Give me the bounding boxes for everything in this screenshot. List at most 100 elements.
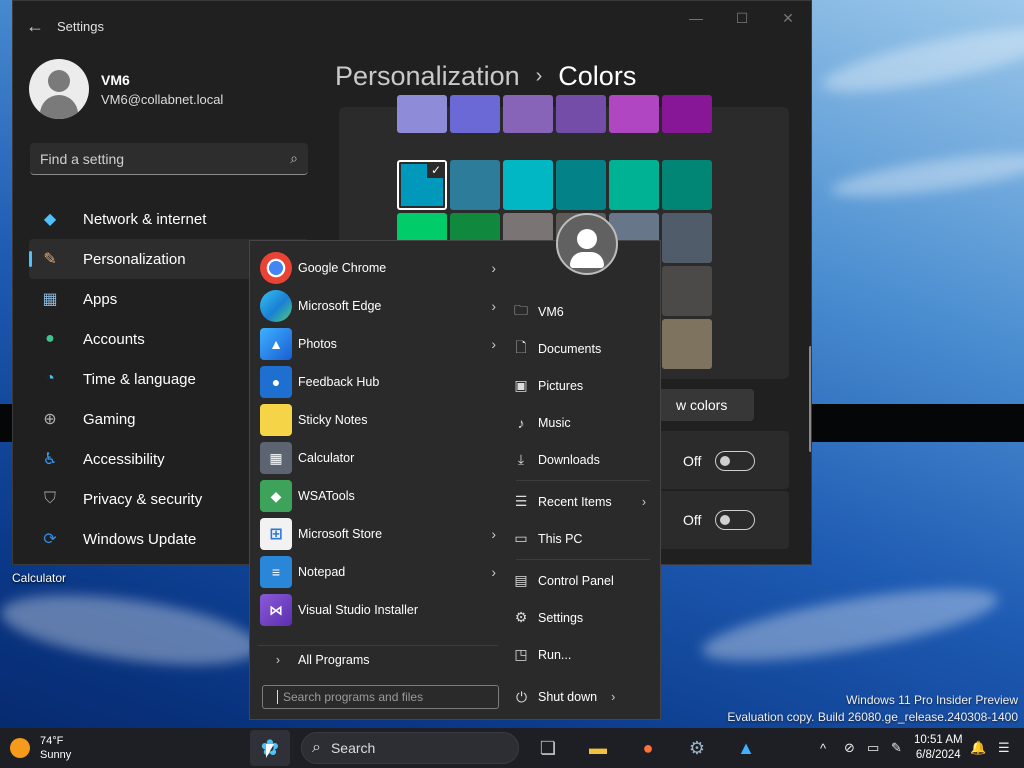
place-item[interactable]: ☰ Recent Items › [512, 483, 658, 520]
accent-color-swatch[interactable] [609, 160, 659, 210]
back-arrow-icon[interactable]: ← [13, 16, 57, 37]
user-avatar[interactable] [556, 213, 618, 275]
accent-color-swatch[interactable]: ✓ [397, 160, 447, 210]
toggle-switch[interactable] [715, 510, 756, 530]
accent-color-swatch[interactable] [662, 213, 712, 263]
accent-color-swatch[interactable] [503, 95, 553, 133]
firefox-icon[interactable]: ● [628, 730, 668, 766]
place-label: Control Panel [538, 573, 614, 588]
file-explorer-icon[interactable]: ▬ [578, 730, 618, 766]
wsatools-icon: ◆ [260, 480, 292, 512]
accent-color-swatch[interactable] [662, 160, 712, 210]
show-hidden-icons[interactable]: ^ [820, 728, 826, 768]
accent-color-swatch[interactable] [662, 266, 712, 316]
close-button[interactable]: ✕ [765, 1, 811, 35]
vs-installer-icon: ⋈ [260, 594, 292, 626]
program-item[interactable]: ● Feedback Hub [250, 363, 506, 401]
clock[interactable]: 10:51 AM 6/8/2024 [914, 733, 963, 763]
pen-icon[interactable]: ✎ [891, 728, 902, 768]
breadcrumb-parent[interactable]: Personalization [335, 61, 520, 92]
nav-item-label: Privacy & security [83, 490, 203, 508]
place-item[interactable]: ▭ This PC [512, 520, 658, 557]
clock-time: 10:51 AM [914, 734, 963, 746]
place-item[interactable]: ⚙ Settings [512, 599, 658, 636]
program-label: Photos [298, 337, 337, 351]
network-icon[interactable]: ⊘ [844, 728, 855, 768]
feedback-hub-icon: ● [260, 366, 292, 398]
accent-color-swatch[interactable] [450, 95, 500, 133]
accent-color-swatch[interactable] [556, 95, 606, 133]
user-folder-icon: 🗀 [514, 301, 528, 318]
program-item[interactable]: ≡ Notepad › [250, 553, 506, 591]
program-label: Google Chrome [298, 261, 387, 275]
toggle-switch[interactable] [715, 451, 756, 471]
recent-icon: ☰ [514, 493, 528, 509]
accent-color-swatch[interactable] [556, 160, 606, 210]
document-icon: 🗋 [515, 338, 527, 355]
watermark-line-2: Evaluation copy. Build 26080.ge_release.… [727, 710, 1018, 724]
program-item[interactable]: ▦ Calculator [250, 439, 506, 477]
computer-icon: ▭ [514, 530, 528, 546]
accent-color-swatch[interactable] [609, 95, 659, 133]
nav-item-label: Personalization [83, 250, 186, 268]
accent-color-swatch[interactable] [450, 160, 500, 210]
program-label: Microsoft Store [298, 527, 383, 541]
shutdown-button[interactable]: ⏻ Shut down › [516, 685, 615, 709]
place-item[interactable]: 🗀 VM6 [512, 293, 658, 330]
chevron-right-icon[interactable]: › [611, 690, 615, 704]
place-label: Settings [538, 610, 584, 625]
all-programs-label: All Programs [298, 652, 370, 667]
program-label: Calculator [298, 451, 355, 465]
program-item[interactable]: Microsoft Edge › [250, 287, 506, 325]
place-item[interactable]: ◳ Run... [512, 636, 658, 673]
accent-color-swatch[interactable] [662, 319, 712, 369]
gear-icon: ⚙ [514, 609, 528, 625]
desktop-icon-calculator-label[interactable]: Calculator [12, 571, 66, 585]
place-item[interactable]: ⤓ Downloads [512, 441, 658, 478]
sticky-notes-icon [260, 404, 292, 436]
minimize-button[interactable]: — [673, 1, 719, 35]
program-item[interactable]: Sticky Notes [250, 401, 506, 439]
chevron-right-icon: › [491, 564, 496, 580]
notifications-icon[interactable]: 🔔 [970, 728, 986, 768]
program-item[interactable]: Google Chrome › [250, 249, 506, 287]
place-item[interactable]: ▣ Pictures [512, 367, 658, 404]
scrollbar[interactable] [809, 346, 811, 452]
program-item[interactable]: ▲ Photos › [250, 325, 506, 363]
display-icon[interactable]: ▭ [867, 728, 879, 768]
maximize-button[interactable]: ☐ [719, 1, 765, 35]
place-item[interactable]: 🗋 Documents [512, 330, 658, 367]
shutdown-label: Shut down [538, 690, 598, 704]
task-view-icon[interactable]: ❏ [528, 730, 568, 766]
accent-color-swatch[interactable] [662, 95, 712, 133]
all-programs-button[interactable]: › All Programs [258, 645, 498, 673]
toggle-state-label: Off [683, 512, 702, 528]
place-item[interactable]: ♪ Music [512, 404, 658, 441]
accent-color-swatch[interactable] [503, 160, 553, 210]
weather-desc: Sunny [40, 749, 72, 761]
view-colors-button[interactable]: w colors [658, 389, 754, 421]
gamepad-icon: ⊕ [43, 411, 57, 428]
nav-item-network[interactable]: ◆ Network & internet [29, 199, 309, 239]
weather-widget[interactable]: 74°F Sunny [10, 734, 71, 762]
accent-color-swatch[interactable] [397, 95, 447, 133]
nav-item-label: Apps [83, 290, 118, 308]
program-item[interactable]: ⊞ Microsoft Store › [250, 515, 506, 553]
program-item[interactable]: ◆ WSATools [250, 477, 506, 515]
find-setting-input[interactable]: Find a setting ⌕ [30, 143, 308, 175]
music-icon: ♪ [517, 414, 525, 431]
taskbar-search[interactable]: ⌕ Search [301, 732, 519, 764]
taskbar-search-label: Search [330, 740, 376, 756]
settings-taskbar-icon[interactable]: ⚙ [677, 730, 717, 766]
program-item[interactable]: ⋈ Visual Studio Installer [250, 591, 506, 629]
chat-icon[interactable]: ☰ [998, 728, 1010, 768]
user-profile[interactable]: VM6 VM6@collabnet.local [29, 59, 223, 119]
program-label: Sticky Notes [298, 413, 368, 427]
start-search-input[interactable]: Search programs and files [262, 685, 499, 709]
place-label: Documents [538, 341, 602, 356]
run-icon: ◳ [514, 646, 528, 662]
program-label: WSATools [298, 489, 355, 503]
chevron-right-icon: › [491, 298, 496, 314]
place-item[interactable]: ▤ Control Panel [512, 562, 658, 599]
photos-taskbar-icon[interactable]: ▲ [726, 730, 766, 766]
